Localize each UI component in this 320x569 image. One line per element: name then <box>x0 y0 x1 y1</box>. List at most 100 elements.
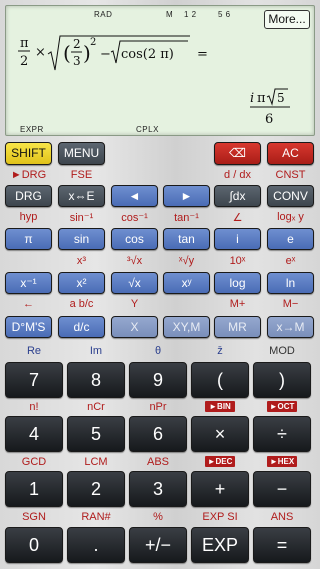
shift-label-mr: M+ <box>229 298 246 310</box>
e-button[interactable]: e <box>267 228 314 250</box>
shift-label-div: ►OCT <box>267 401 297 412</box>
dc-button[interactable]: d/c <box>58 316 105 338</box>
k2-button[interactable]: 2 <box>67 471 125 507</box>
svg-text:−: − <box>100 47 111 62</box>
xm-button[interactable]: x→M <box>267 316 314 338</box>
k7-button[interactable]: 7 <box>5 362 63 398</box>
k8-button[interactable]: 8 <box>67 362 125 398</box>
shift-button[interactable]: SHIFT <box>5 142 52 165</box>
log-button[interactable]: log <box>214 272 261 294</box>
dms-button[interactable]: D°M'S <box>5 316 52 338</box>
expression-display: π 2 × ( 2 3 ) 2 − cos(2 π) = <box>16 32 266 80</box>
add-button[interactable]: + <box>191 471 249 507</box>
shift-label-k7: Re <box>26 345 42 357</box>
xe-button[interactable]: x⇔E <box>58 185 105 207</box>
pi-button[interactable]: π <box>5 228 52 250</box>
pow-button[interactable]: xʸ <box>163 272 210 294</box>
svg-text:cos(2 π): cos(2 π) <box>121 47 174 62</box>
k6-button[interactable]: 6 <box>129 416 187 452</box>
shift-label-sin: sin⁻¹ <box>69 212 94 224</box>
shift-label-lp: z̄ <box>217 345 223 357</box>
shift-label-eq: ANS <box>270 511 294 523</box>
eq-button[interactable]: = <box>253 527 311 563</box>
conv-button[interactable]: CONV <box>267 185 314 207</box>
right-button[interactable]: ► <box>163 185 210 207</box>
shift-label-xe: FSE <box>70 169 93 181</box>
shift-label-k8: Im <box>89 345 103 357</box>
div-button[interactable]: ÷ <box>253 416 311 452</box>
shift-label-k9: θ <box>154 345 162 357</box>
shift-label-sub: ►HEX <box>267 456 297 467</box>
shift-label-sqrt: ³√x <box>126 255 143 267</box>
shift-label-tan: tan⁻¹ <box>174 212 199 224</box>
ac-button[interactable]: AC <box>267 142 314 165</box>
shift-label-i: ∠ <box>232 212 243 224</box>
angle-mode-indicator: RAD <box>94 10 113 19</box>
tan-button[interactable]: tan <box>163 228 210 250</box>
k0-button[interactable]: 0 <box>5 527 63 563</box>
inv-button[interactable]: x⁻¹ <box>5 272 52 294</box>
display-panel: RAD M 1 2 5 6 More... π 2 × ( 2 3 ) 2 − … <box>5 5 315 136</box>
shift-label-rp: MOD <box>269 345 295 357</box>
svg-text:π: π <box>257 91 266 106</box>
svg-text:π: π <box>20 36 29 51</box>
svg-text:5: 5 <box>277 91 285 105</box>
exp-button[interactable]: EXP <box>191 527 249 563</box>
sin-button[interactable]: sin <box>58 228 105 250</box>
expr-mode-indicator: EXPR <box>20 125 44 134</box>
k3-button[interactable]: 3 <box>129 471 187 507</box>
shift-label-sq: x³ <box>76 255 87 267</box>
left-button[interactable]: ◄ <box>111 185 158 207</box>
status-indicator-12: 1 2 <box>184 10 197 19</box>
ln-button[interactable]: ln <box>267 272 314 294</box>
shift-label-k0: SGN <box>22 511 46 523</box>
shift-label-dms: ← <box>23 298 34 310</box>
shift-label-pi: hyp <box>19 211 38 223</box>
shift-label-x: Y <box>130 298 139 310</box>
shift-label-exp: EXP SI <box>202 511 238 523</box>
menu-button[interactable]: MENU <box>58 142 105 165</box>
svg-text:2: 2 <box>90 37 96 48</box>
shift-label-integral: d / dx <box>224 169 251 181</box>
lp-button[interactable]: ( <box>191 362 249 398</box>
shift-label-k5: nCr <box>87 401 105 413</box>
i-button[interactable]: i <box>214 228 261 250</box>
result-display: i π 5 6 <box>248 86 292 133</box>
rp-button[interactable]: ) <box>253 362 311 398</box>
k9-button[interactable]: 9 <box>129 362 187 398</box>
shift-label-conv: CNST <box>275 169 306 181</box>
integral-button[interactable]: ∫dx <box>214 185 261 207</box>
shift-label-neg: % <box>153 511 163 523</box>
status-indicator-56: 5 6 <box>218 10 231 19</box>
cplx-mode-indicator: CPLX <box>136 125 159 134</box>
mul-button[interactable]: × <box>191 416 249 452</box>
svg-text:2: 2 <box>20 54 28 69</box>
shift-label-k3: ABS <box>146 456 169 468</box>
dot-button[interactable]: . <box>67 527 125 563</box>
x-button[interactable]: X <box>111 316 158 338</box>
k4-button[interactable]: 4 <box>5 416 63 452</box>
neg-button[interactable]: +/− <box>129 527 187 563</box>
drg-button[interactable]: DRG <box>5 185 52 207</box>
svg-text:i: i <box>250 91 254 106</box>
backspace-button[interactable]: ⌫ <box>214 142 261 165</box>
cos-button[interactable]: cos <box>111 228 158 250</box>
svg-text:6: 6 <box>265 112 273 127</box>
more-button[interactable]: More... <box>264 10 310 29</box>
svg-text:3: 3 <box>73 54 81 68</box>
shift-label-add: ►DEC <box>205 456 235 467</box>
shift-label-pow: ˣ√y <box>178 255 195 267</box>
shift-label-k2: LCM <box>84 456 108 468</box>
shift-label-k6: nPr <box>149 401 167 413</box>
k5-button[interactable]: 5 <box>67 416 125 452</box>
k1-button[interactable]: 1 <box>5 471 63 507</box>
shift-label-k1: GCD <box>21 456 47 468</box>
shift-label-drg: ►DRG <box>10 169 47 181</box>
xym-button[interactable]: XY,M <box>163 316 210 338</box>
svg-text:×: × <box>35 45 46 60</box>
svg-text:(: ( <box>63 41 71 65</box>
mr-button[interactable]: MR <box>214 316 261 338</box>
sub-button[interactable]: − <box>253 471 311 507</box>
sq-button[interactable]: x² <box>58 272 105 294</box>
sqrt-button[interactable]: √x <box>111 272 158 294</box>
